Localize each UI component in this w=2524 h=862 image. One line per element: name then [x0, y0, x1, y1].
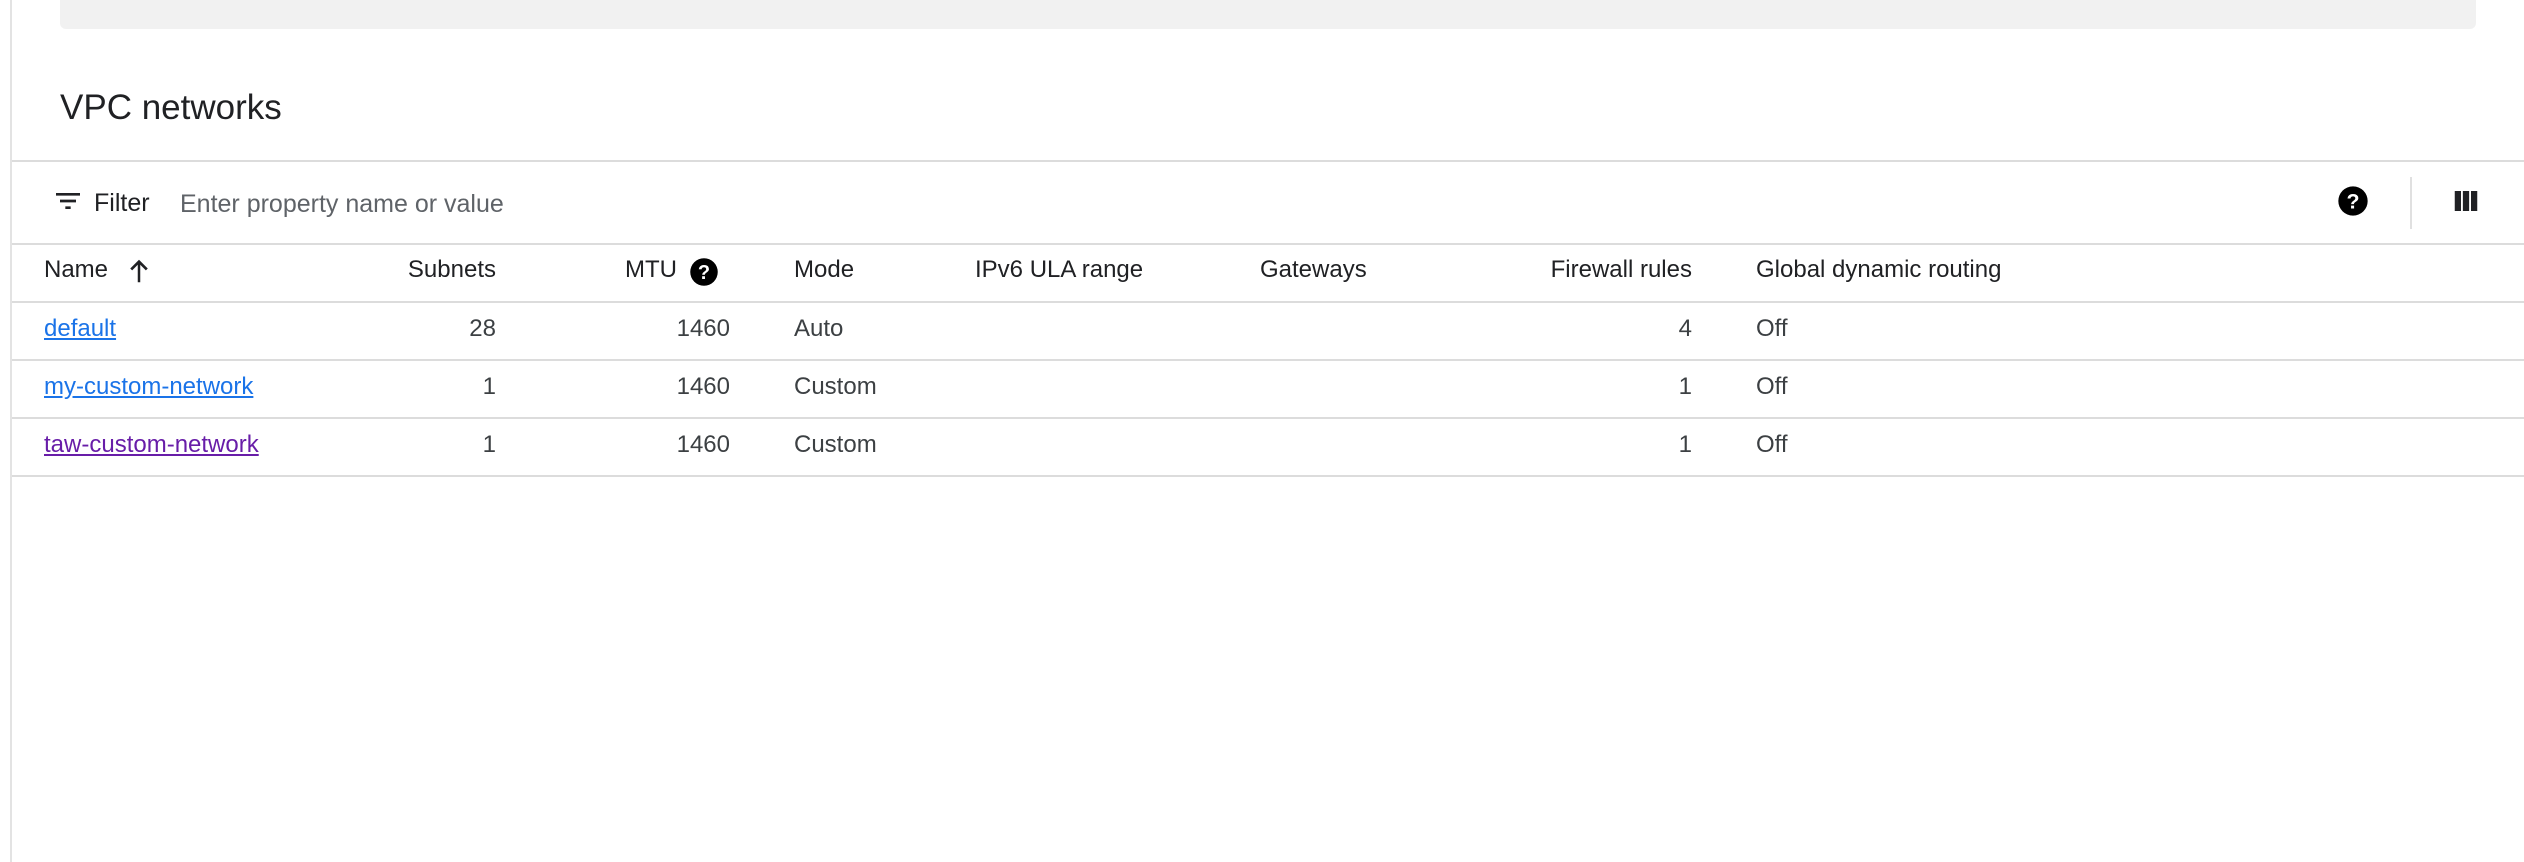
column-display-button[interactable] — [2447, 184, 2485, 222]
left-border — [10, 0, 12, 862]
mode-cell: Auto — [794, 315, 844, 342]
toolbar-divider — [2410, 177, 2412, 229]
column-header-firewall-rules[interactable]: Firewall rules — [1400, 256, 1692, 284]
column-header-global-dynamic-routing[interactable]: Global dynamic routing — [1756, 256, 2001, 284]
help-button[interactable]: ? — [2334, 184, 2372, 222]
subnets-cell: 28 — [469, 315, 496, 342]
help-circle-icon: ? — [2337, 185, 2369, 222]
firewall-rules-cell: 1 — [1678, 373, 1692, 400]
filter-list-icon — [52, 185, 84, 222]
row-divider — [12, 475, 2524, 477]
top-banner — [60, 0, 2476, 29]
column-header-mtu[interactable]: MTU — [625, 256, 677, 284]
column-display-icon — [2451, 186, 2481, 221]
global-routing-cell: Off — [1756, 431, 1788, 458]
global-routing-cell: Off — [1756, 373, 1788, 400]
filter-input[interactable] — [178, 183, 1482, 225]
network-link[interactable]: default — [44, 315, 116, 343]
subnets-cell: 1 — [482, 431, 496, 458]
mode-cell: Custom — [794, 431, 877, 458]
network-link[interactable]: my-custom-network — [44, 373, 253, 401]
mtu-cell: 1460 — [676, 373, 730, 400]
filter-label: Filter — [94, 188, 150, 217]
divider-above-header — [12, 243, 2524, 245]
global-routing-cell: Off — [1756, 315, 1788, 342]
mtu-cell: 1460 — [676, 315, 730, 342]
divider-below-header — [12, 301, 2524, 303]
filter-toolbar: Filter ? — [12, 163, 2524, 243]
svg-text:?: ? — [2346, 189, 2359, 213]
row-divider — [12, 417, 2524, 419]
mtu-cell: 1460 — [676, 431, 730, 458]
column-header-ipv6-ula-range[interactable]: IPv6 ULA range — [975, 256, 1143, 284]
subnets-cell: 1 — [482, 373, 496, 400]
filter-button[interactable]: Filter — [52, 163, 150, 243]
divider-above-toolbar — [12, 160, 2524, 162]
column-header-gateways[interactable]: Gateways — [1260, 256, 1367, 284]
page-title: VPC networks — [60, 88, 282, 127]
svg-text:?: ? — [698, 262, 710, 284]
arrow-up-icon[interactable] — [124, 256, 154, 291]
column-header-subnets[interactable]: Subnets — [330, 256, 496, 284]
mode-cell: Custom — [794, 373, 877, 400]
network-link[interactable]: taw-custom-network — [44, 431, 259, 459]
mtu-help-icon[interactable]: ? — [689, 257, 719, 292]
column-header-name[interactable]: Name — [44, 256, 108, 284]
firewall-rules-cell: 1 — [1678, 431, 1692, 458]
firewall-rules-cell: 4 — [1678, 315, 1692, 342]
column-header-mode[interactable]: Mode — [794, 256, 854, 284]
row-divider — [12, 359, 2524, 361]
